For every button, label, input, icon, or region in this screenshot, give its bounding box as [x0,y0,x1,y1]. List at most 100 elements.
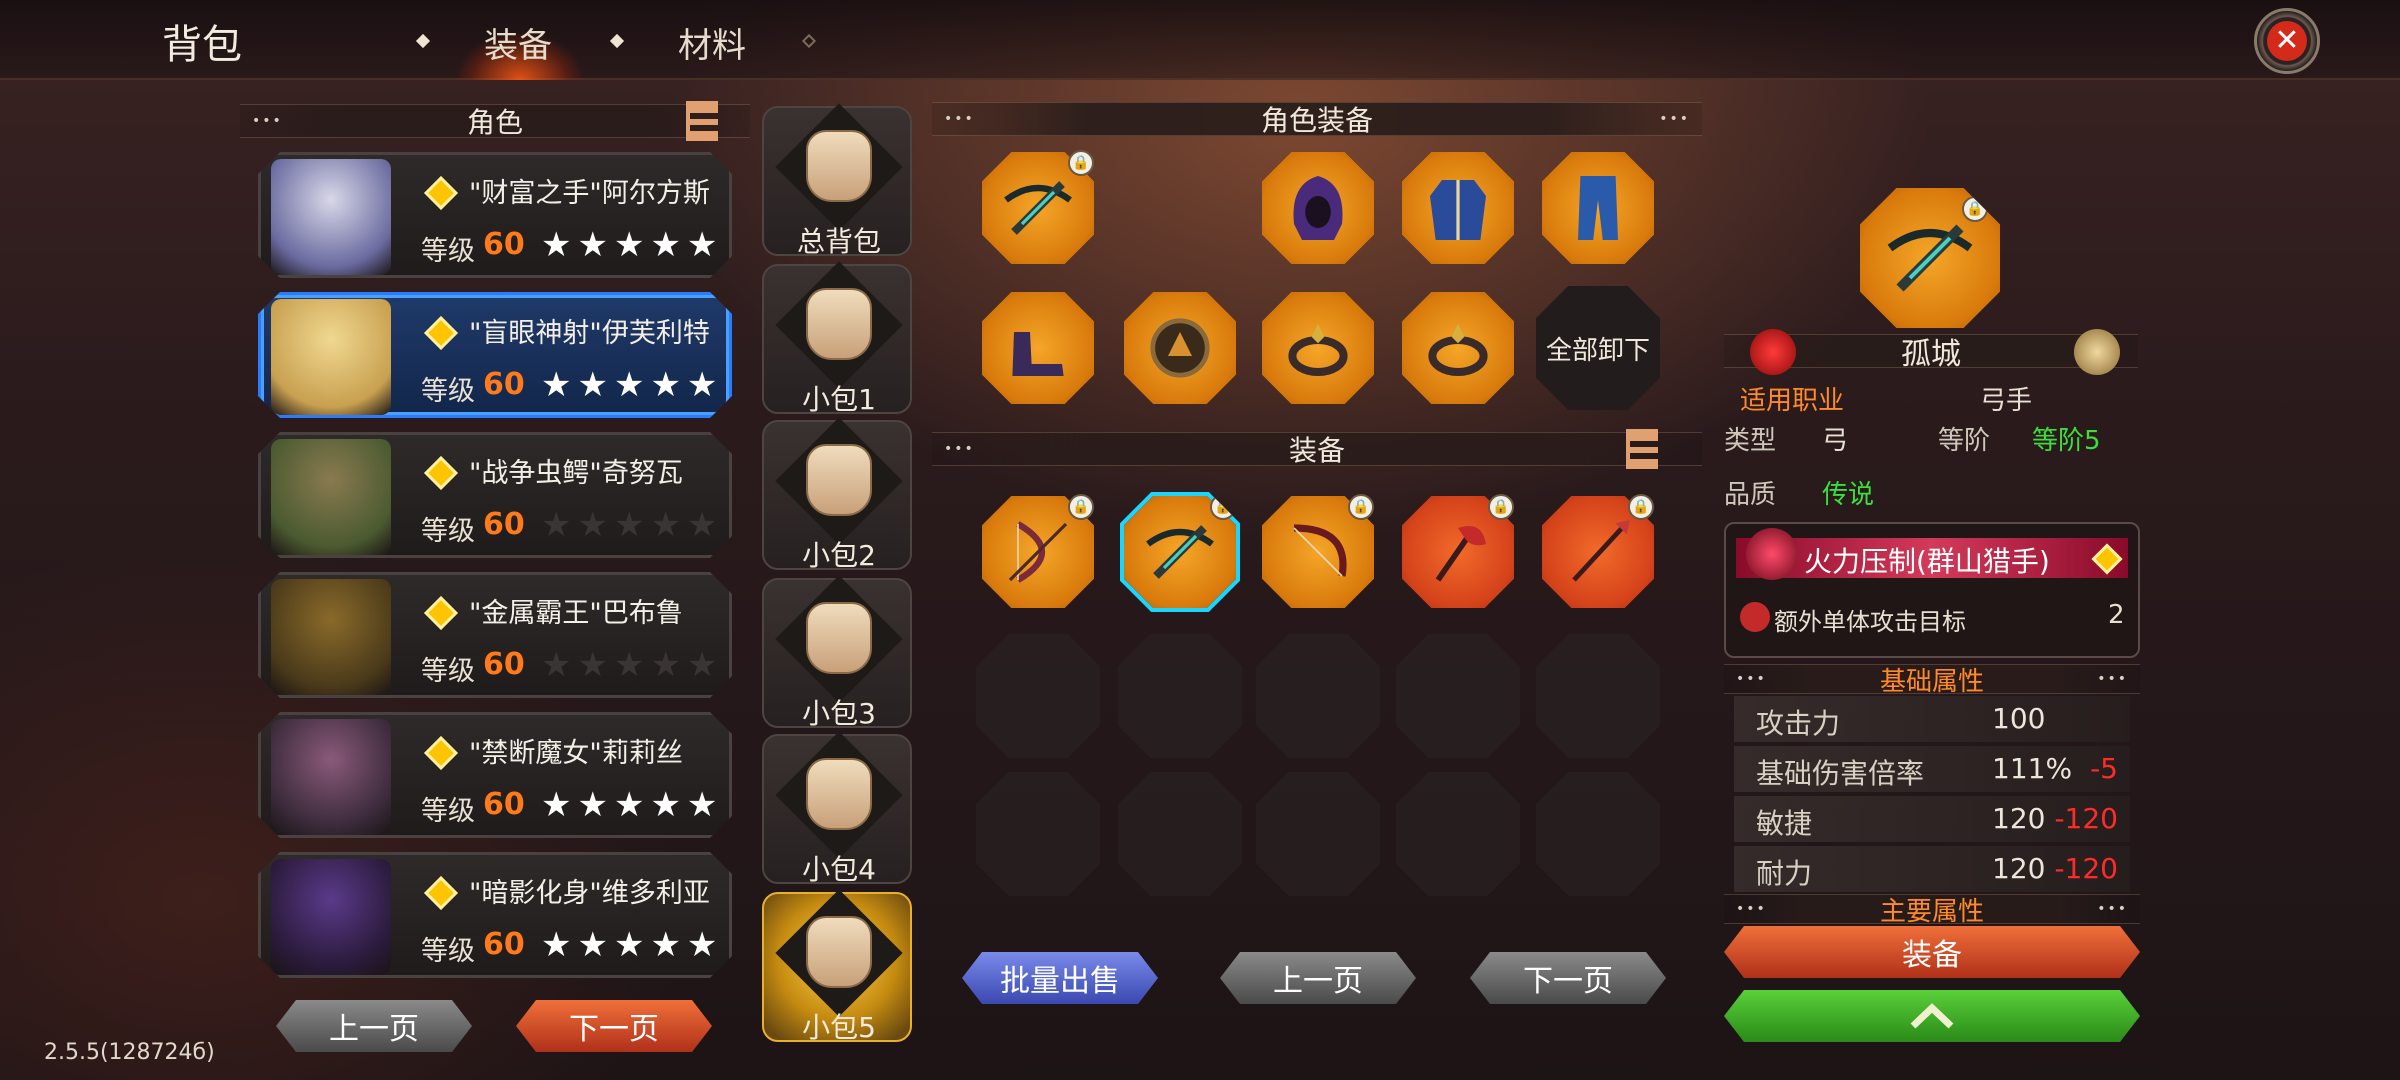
slot-frame [1262,292,1374,404]
empty-inventory-slot[interactable] [1396,634,1520,758]
icon-holder [1402,292,1514,404]
bag-label: 总背包 [796,225,881,258]
slot-frame [1402,152,1514,264]
tab-materials[interactable]: 材料 [678,18,746,67]
quality-label: 品质 [1724,480,1777,510]
bag-label: 小包2 [802,539,876,572]
unequip-all-button[interactable]: 全部卸下 [1536,286,1660,410]
empty-inventory-slot[interactable] [1396,772,1520,896]
character-equipment-slot[interactable] [1120,288,1240,408]
stat-value: 111% [1992,752,2073,785]
stat-row: 攻击力 100 [1734,696,2130,742]
character-card[interactable]: "暗影化身"维多利亚 等级 60 ★★★★★ [258,852,732,978]
character-portrait [271,859,391,975]
empty-inventory-slot[interactable] [1118,772,1242,896]
bag-button[interactable]: 小包4 [762,731,912,886]
lock-icon: 🔒 [1962,196,1988,222]
detail-name-bar: 孤城 [1724,329,2138,375]
backpack-icon [806,916,872,988]
empty-inventory-slot[interactable] [976,634,1100,758]
bag-button[interactable]: 小包1 [762,261,912,416]
equipment-prev-page-button[interactable]: 上一页 [1220,952,1416,1004]
characters-prev-page-button[interactable]: 上一页 [276,1000,472,1052]
character-card[interactable]: "禁断魔女"莉莉丝 等级 60 ★★★★★ [258,712,732,838]
character-card[interactable]: "财富之手"阿尔方斯 等级 60 ★★★★★ [258,152,732,278]
equip-button[interactable]: 装备 [1724,926,2140,978]
character-card[interactable]: "金属霸王"巴布鲁 等级 60 ★★★★★ [258,572,732,698]
character-equipment-slot[interactable] [1258,288,1378,408]
character-equipment-slot[interactable]: 🔒 [978,148,1098,268]
bag-button[interactable]: 小包2 [762,417,912,572]
lock-icon: 🔒 [1068,494,1094,520]
bag-button[interactable]: 小包5 [762,889,912,1044]
upgrade-button[interactable] [1724,990,2140,1042]
equipment-item-slot[interactable]: 🔒 [978,492,1098,612]
batch-sell-button[interactable]: 批量出售 [962,952,1158,1004]
equipment-next-page-button[interactable]: 下一页 [1470,952,1666,1004]
star-rating: ★★★★★ [541,645,724,685]
close-button[interactable]: ✕ [2254,8,2320,74]
skill-effect-value: 2 [2108,600,2125,630]
equipment-item-slot[interactable]: 🔒 [1258,492,1378,612]
equipment-item-slot[interactable]: 🔒 [1398,492,1518,612]
character-card[interactable]: "战争虫鳄"奇努瓦 等级 60 ★★★★★ [258,432,732,558]
hood-icon [1293,176,1343,240]
empty-inventory-slot[interactable] [1256,634,1380,758]
bow-icon [1008,521,1068,583]
skill-box: 火力压制(群山猎手) 额外单体攻击目标 2 [1724,522,2140,658]
icon-holder [1124,292,1236,404]
page-title: 背包 [162,22,242,68]
type-label: 类型 [1724,426,1777,456]
equipment-sort-icon[interactable] [1626,429,1658,469]
bag-button[interactable]: 总背包 [762,103,912,258]
unequip-all-label: 全部卸下 [1545,335,1650,366]
star-diamond-icon [424,876,458,910]
icon-holder [1262,152,1374,264]
characters-next-page-button[interactable]: 下一页 [516,1000,712,1052]
empty-inventory-slot[interactable] [1536,634,1660,758]
equipment-title: 装备 [1288,434,1345,467]
level-value: 60 [483,647,525,682]
tier-value: 等阶5 [2032,426,2101,456]
level-label: 等级 [421,936,475,967]
backpack-icon [806,758,872,830]
character-equipment-slot[interactable] [978,288,1098,408]
slot-frame [982,292,1094,404]
character-name: "禁断魔女"莉莉丝 [469,738,683,769]
character-equipment-slot[interactable] [1258,148,1378,268]
lock-icon: 🔒 [1210,494,1236,520]
backpack-icon [806,288,872,360]
stat-diff: -120 [2054,852,2118,885]
longbow-icon [1293,524,1347,577]
stat-name: 耐力 [1756,857,1813,890]
slot-frame [1542,152,1654,264]
swap-icon[interactable] [2074,329,2120,375]
sort-list-icon[interactable] [686,101,718,141]
bag-label: 小包3 [802,697,876,730]
equipment-item-slot[interactable]: 🔒 [1538,492,1658,612]
star-diamond-icon [424,176,458,210]
empty-inventory-slot[interactable] [1256,772,1380,896]
star-diamond-icon [424,596,458,630]
character-card[interactable]: "盲眼神射"伊芙利特 等级 60 ★★★★★ [258,292,732,418]
character-equipment-slot[interactable] [1538,148,1658,268]
empty-inventory-slot[interactable] [1118,634,1242,758]
detail-item-name: 孤城 [1901,337,1961,372]
tab-equipment[interactable]: 装备 [484,18,552,67]
character-equipment-slot[interactable] [1398,148,1518,268]
lock-icon: 🔒 [1348,494,1374,520]
level-label: 等级 [421,796,475,827]
bag-button[interactable]: 小包3 [762,575,912,730]
star-rating: ★★★★★ [541,785,724,825]
character-equipment-slot[interactable] [1398,288,1518,408]
detail-item-icon: 🔒 [1860,188,2000,328]
equipment-item-slot[interactable]: 🔒 [1120,492,1240,612]
empty-inventory-slot[interactable] [976,772,1100,896]
slot-fill [1402,292,1514,404]
bag-label: 小包5 [802,1011,876,1044]
slot-frame [1262,152,1374,264]
empty-inventory-slot[interactable] [1536,772,1660,896]
crossbow-icon [1887,224,1973,292]
backpack-icon [806,130,872,202]
slot-fill [982,292,1094,404]
